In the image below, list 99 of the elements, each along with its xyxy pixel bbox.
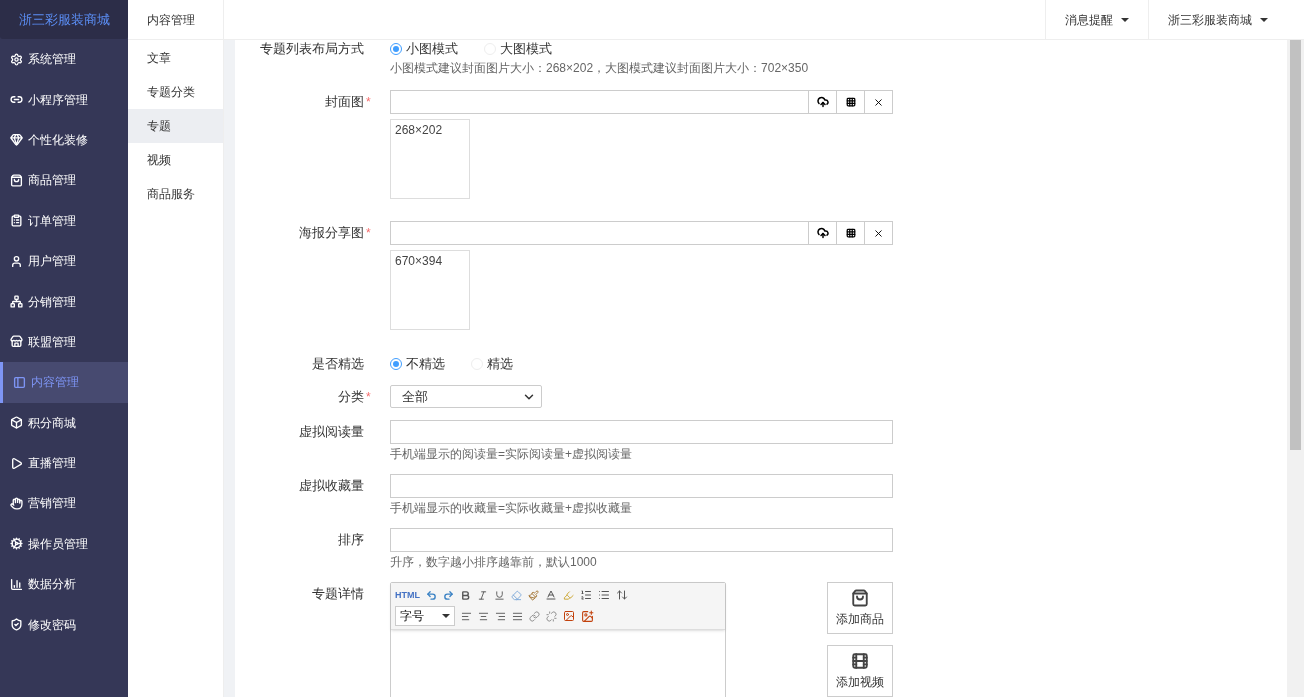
network-icon [10, 295, 23, 309]
bold-icon[interactable] [460, 589, 471, 601]
box-icon [10, 416, 23, 430]
help-text: 小图模式建议封面图片大小：268×202，大图模式建议封面图片大小：702×350 [390, 60, 809, 76]
align-right-icon[interactable] [495, 610, 506, 622]
unlink-icon[interactable] [546, 610, 557, 622]
image-icon[interactable] [563, 610, 575, 622]
text-field[interactable] [390, 420, 893, 444]
html-source-button[interactable]: HTML [395, 590, 420, 600]
gem-icon [10, 133, 23, 147]
sidebar-item[interactable]: 操作员管理 [0, 523, 128, 565]
settings-icon [10, 52, 23, 66]
bag-icon [851, 588, 869, 607]
help-text: 升序，数字越小排序越靠前，默认1000 [390, 554, 598, 570]
caret-icon [442, 614, 450, 618]
sidebar-item[interactable]: 系统管理 [0, 39, 128, 80]
image-plus-icon[interactable] [581, 609, 594, 623]
caret-icon [1121, 17, 1129, 22]
upload-icon [816, 96, 829, 108]
field-label: 是否精选 [312, 355, 364, 373]
italic-icon[interactable] [477, 589, 488, 601]
sidebar-item[interactable]: 个性化装修 [0, 119, 128, 161]
sidebar-item[interactable]: 数据分析 [0, 564, 128, 605]
side-action-button[interactable]: 添加商品 [827, 582, 893, 634]
film-icon [851, 651, 869, 670]
caret-icon [1260, 17, 1268, 22]
redo-icon[interactable] [443, 589, 454, 601]
sidebar-item[interactable]: 分销管理 [0, 281, 128, 322]
field-label: 封面图 [325, 93, 364, 111]
gear-icon [10, 537, 23, 551]
topbar-menu[interactable]: 消息提醒 [1045, 0, 1148, 39]
radio-label: 大图模式 [500, 40, 552, 59]
field-label: 虚拟收藏量 [299, 477, 364, 495]
link-icon[interactable] [529, 610, 540, 622]
grid-icon [845, 97, 856, 107]
image-preview: 670×394 [390, 250, 470, 330]
sidebar-item[interactable]: 商品管理 [0, 160, 128, 201]
image-url-field[interactable] [390, 221, 893, 245]
brush-icon[interactable] [528, 589, 539, 601]
play-icon [10, 456, 23, 470]
bag-icon [10, 173, 23, 187]
undo-icon[interactable] [426, 589, 437, 601]
field-label: 排序 [338, 531, 364, 549]
image-url-field[interactable] [390, 90, 893, 114]
brand-title: 浙三彩服装商城 [0, 0, 128, 39]
text-field[interactable] [390, 528, 893, 552]
radio-label: 不精选 [406, 355, 445, 374]
bar-chart-icon [10, 577, 23, 591]
shield-icon [10, 618, 23, 632]
grid-icon [845, 228, 856, 238]
field-label: 分类 [338, 388, 364, 406]
radio-label: 小图模式 [406, 40, 458, 59]
sidebar-item[interactable]: 直播管理 [0, 442, 128, 484]
font-size-select[interactable]: 字号 [395, 606, 455, 626]
field-label: 海报分享图 [299, 224, 364, 242]
align-left-icon[interactable] [461, 610, 472, 622]
align-center-icon[interactable] [478, 610, 489, 622]
sidebar-item[interactable]: 用户管理 [0, 240, 128, 282]
sidebar-item[interactable]: 小程序管理 [0, 79, 128, 120]
text-field[interactable] [390, 474, 893, 498]
line-height-icon[interactable] [616, 589, 628, 601]
font-color-icon[interactable] [545, 589, 557, 601]
underline-icon[interactable] [494, 589, 505, 601]
sidebar-item[interactable]: 修改密码 [0, 604, 128, 645]
ordered-list-icon[interactable] [580, 589, 592, 601]
subnav-title: 内容管理 [128, 0, 223, 40]
topbar-menu[interactable]: 浙三彩服装商城 [1148, 0, 1287, 39]
highlight-icon[interactable] [563, 589, 574, 601]
hand-icon [10, 497, 23, 510]
eraser-icon[interactable] [511, 589, 522, 601]
category-select[interactable]: 全部 [390, 385, 542, 408]
user-icon [10, 254, 23, 268]
field-label: 虚拟阅读量 [299, 423, 364, 441]
field-label: 专题详情 [312, 585, 364, 603]
panel-icon [13, 375, 26, 389]
sidebar-item[interactable]: 积分商城 [0, 402, 128, 443]
align-justify-icon[interactable] [512, 610, 523, 622]
sidebar-item[interactable]: 联盟管理 [0, 321, 128, 363]
required-mark: * [366, 225, 371, 242]
sidebar-item[interactable]: 订单管理 [0, 200, 128, 241]
scrollbar-thumb[interactable] [1290, 40, 1301, 450]
help-text: 手机端显示的收藏量=实际收藏量+虚拟收藏量 [390, 500, 633, 516]
rich-text-editor[interactable]: HTML 字号 [390, 582, 726, 697]
subnav-item[interactable]: 专题 [128, 109, 223, 143]
unordered-list-icon[interactable] [598, 589, 610, 601]
side-action-button[interactable]: 添加视频 [827, 645, 893, 697]
close-icon [873, 96, 884, 108]
image-preview: 268×202 [390, 119, 470, 199]
field-label: 专题列表布局方式 [260, 40, 364, 58]
required-mark: * [366, 94, 371, 111]
upload-icon [816, 227, 829, 239]
clipboard-icon [10, 214, 23, 228]
help-text: 手机端显示的阅读量=实际阅读量+虚拟阅读量 [390, 446, 633, 462]
store-icon [10, 335, 23, 349]
required-mark: * [366, 389, 371, 406]
radio-label: 精选 [487, 355, 513, 374]
sidebar-item[interactable]: 营销管理 [0, 483, 128, 524]
close-icon [873, 227, 884, 239]
scrollbar[interactable] [1287, 40, 1304, 697]
